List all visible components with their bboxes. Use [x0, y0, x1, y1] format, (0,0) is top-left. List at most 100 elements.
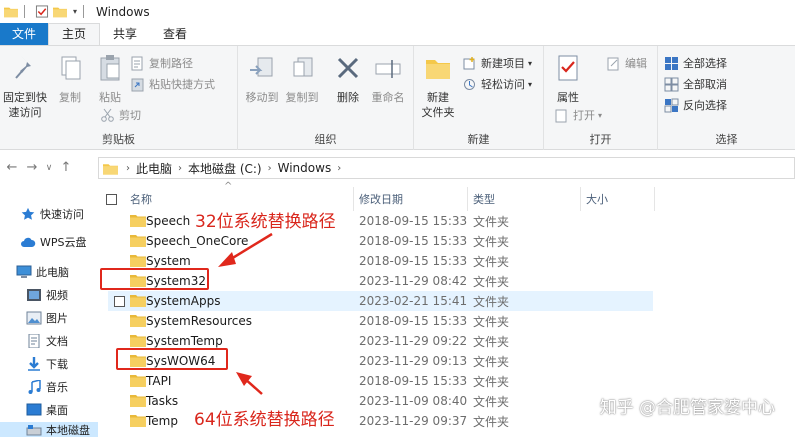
file-type: 文件夹	[473, 414, 510, 429]
nav-item-music[interactable]: 音乐	[26, 376, 68, 398]
paste-shortcut-icon	[131, 78, 144, 92]
rename-button[interactable]: 重命名	[368, 52, 408, 105]
copy-path-button[interactable]: 复制路径	[130, 54, 193, 73]
up-arrow-icon[interactable]: ↑	[56, 160, 76, 175]
breadcrumb-separator-icon[interactable]: ›	[337, 163, 341, 174]
column-divider[interactable]	[353, 187, 354, 211]
folder-icon	[130, 415, 146, 427]
breadcrumb-separator-icon[interactable]: ›	[268, 163, 272, 174]
table-row[interactable]: SystemResources 2018-09-15 15:33 文件夹	[108, 311, 653, 331]
chevron-down-icon: ▾	[598, 111, 603, 120]
copy-to-button[interactable]: 复制到	[282, 52, 322, 105]
file-name: Speech_OneCore	[146, 234, 249, 248]
rename-icon	[375, 60, 401, 78]
nav-item-label: 本地磁盘	[46, 423, 90, 437]
address-bar[interactable]: › 此电脑 › 本地磁盘 (C:) › Windows ›	[98, 157, 795, 179]
edit-button[interactable]: 编辑	[606, 54, 647, 73]
new-folder-button[interactable]: 新建 文件夹	[418, 52, 458, 120]
quick-access-dropdown-icon[interactable]: ▾	[73, 7, 77, 16]
nav-item-label: 文档	[46, 335, 68, 348]
open-button[interactable]: 打开 ▾	[554, 106, 602, 125]
file-name: TAPI	[146, 374, 172, 388]
nav-item-desktop[interactable]: 桌面	[26, 399, 68, 421]
invert-selection-button[interactable]: 反向选择	[664, 96, 727, 115]
nav-item-downloads[interactable]: 下载	[26, 353, 68, 375]
column-header-date[interactable]: 修改日期	[359, 189, 403, 211]
recent-locations-chevron-icon[interactable]: ∨	[42, 163, 56, 173]
forward-arrow-icon[interactable]: →	[22, 160, 42, 175]
tab-share[interactable]: 共享	[100, 23, 150, 45]
new-group-label: 新建	[467, 133, 490, 146]
nav-item-local-disk[interactable]: 本地磁盘	[0, 422, 98, 437]
delete-button[interactable]: 删除	[330, 52, 366, 105]
breadcrumb-this-pc[interactable]: 此电脑	[136, 160, 172, 177]
file-date: 2023-02-21 15:41	[359, 294, 468, 308]
new-folder-label-line2: 文件夹	[421, 106, 455, 119]
easy-access-button[interactable]: 轻松访问 ▾	[462, 75, 532, 94]
edit-label: 编辑	[625, 57, 647, 70]
column-divider[interactable]	[580, 187, 581, 211]
watermark: 知乎 @合肥管家婆中心	[599, 398, 775, 418]
table-row[interactable]: Speech 2018-09-15 15:33 文件夹	[108, 211, 653, 231]
file-date: 2023-11-29 09:37	[359, 414, 468, 428]
table-row[interactable]: TAPI 2018-09-15 15:33 文件夹	[108, 371, 653, 391]
properties-label: 属性	[557, 91, 579, 104]
title-bar: ▾ Windows	[0, 0, 795, 23]
select-all-button[interactable]: 全部选择	[664, 54, 727, 73]
clipboard-group-label: 剪贴板	[102, 133, 135, 146]
tab-home[interactable]: 主页	[48, 23, 101, 45]
file-date: 2023-11-29 08:42	[359, 274, 468, 288]
tab-view[interactable]: 查看	[150, 23, 200, 45]
file-date: 2018-09-15 15:33	[359, 254, 468, 268]
navigation-pane: 快速访问 WPS云盘 此电脑 视频 图片 文档 下载 音乐 桌面 本地磁盘	[0, 181, 98, 437]
table-row[interactable]: Temp 2023-11-29 09:37 文件夹	[108, 411, 653, 431]
copy-button[interactable]: 复制	[52, 52, 88, 105]
column-divider[interactable]	[467, 187, 468, 211]
pin-quick-access-button[interactable]: 固定到快 速访问	[2, 52, 48, 120]
nav-item-videos[interactable]: 视频	[26, 284, 68, 306]
file-name: Tasks	[146, 394, 179, 408]
column-header-size[interactable]: 大小	[586, 189, 608, 211]
computer-icon	[16, 265, 32, 278]
new-item-button[interactable]: 新建项目 ▾	[462, 54, 532, 73]
delete-x-icon	[337, 57, 359, 79]
nav-item-quick-access[interactable]: 快速访问	[20, 203, 84, 225]
new-folder-icon[interactable]	[53, 5, 67, 18]
select-all-checkbox[interactable]	[106, 193, 117, 205]
copy-label: 复制	[59, 91, 81, 104]
tab-file[interactable]: 文件	[0, 23, 49, 45]
table-row[interactable]: Speech_OneCore 2018-09-15 15:33 文件夹	[108, 231, 653, 251]
column-header-name[interactable]: 名称	[130, 189, 152, 211]
breadcrumb-separator-icon[interactable]: ›	[178, 163, 182, 174]
file-date: 2023-11-29 09:13	[359, 354, 468, 368]
paste-shortcut-button[interactable]: 粘贴快捷方式	[130, 75, 215, 94]
column-divider[interactable]	[654, 187, 655, 211]
nav-item-label: 桌面	[46, 404, 68, 417]
properties-button[interactable]: 属性	[548, 52, 588, 105]
file-date: 2018-09-15 15:33	[359, 374, 468, 388]
file-type: 文件夹	[473, 234, 510, 249]
row-checkbox[interactable]	[114, 295, 125, 307]
annotation-32bit: 32位系统替换路径	[195, 212, 336, 232]
column-header-type[interactable]: 类型	[473, 189, 495, 211]
file-type: 文件夹	[473, 374, 510, 389]
breadcrumb-separator-icon[interactable]: ›	[126, 163, 130, 174]
table-row[interactable]: Tasks 2023-11-09 08:40 文件夹	[108, 391, 653, 411]
properties-check-icon[interactable]	[35, 5, 49, 18]
table-row[interactable]: SystemApps 2023-02-21 15:41 文件夹	[108, 291, 653, 311]
back-arrow-icon[interactable]: ←	[2, 160, 22, 175]
nav-item-label: 下载	[46, 358, 68, 371]
paste-button[interactable]: 粘贴	[92, 52, 128, 105]
file-name: System	[146, 254, 191, 268]
nav-item-documents[interactable]: 文档	[26, 330, 68, 352]
nav-item-pictures[interactable]: 图片	[26, 307, 68, 329]
cut-button[interactable]: 剪切	[100, 106, 141, 125]
nav-item-wps-cloud[interactable]: WPS云盘	[20, 231, 87, 253]
nav-item-this-pc[interactable]: 此电脑	[16, 261, 69, 283]
select-none-button[interactable]: 全部取消	[664, 75, 727, 94]
move-to-button[interactable]: 移动到	[242, 52, 282, 105]
breadcrumb-windows[interactable]: Windows	[278, 161, 332, 175]
file-type: 文件夹	[473, 214, 510, 229]
breadcrumb-local-disk[interactable]: 本地磁盘 (C:)	[188, 160, 262, 177]
open-group: 属性 打开 ▾ 编辑 打开	[544, 46, 658, 150]
